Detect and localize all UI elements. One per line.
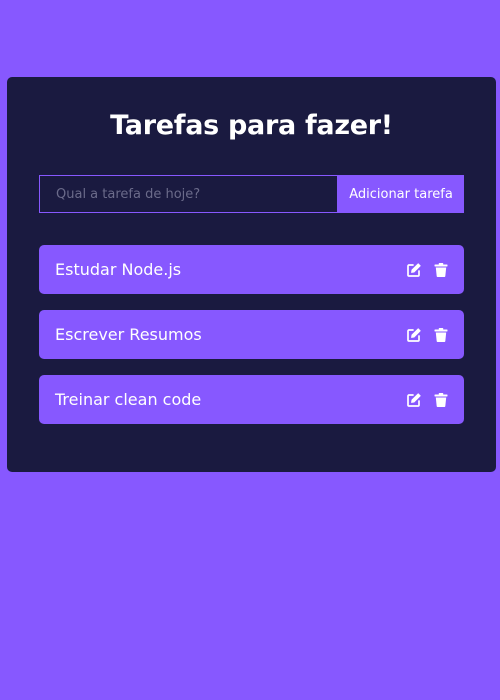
todo-actions <box>406 392 449 408</box>
edit-icon[interactable] <box>406 392 422 408</box>
todo-item[interactable]: Treinar clean code <box>39 375 464 424</box>
todo-item[interactable]: Escrever Resumos <box>39 310 464 359</box>
todo-list: Estudar Node.js Escrever Resumos Treinar… <box>39 245 464 440</box>
todo-form: Adicionar tarefa <box>39 175 464 213</box>
task-input[interactable] <box>39 175 338 213</box>
trash-icon[interactable] <box>433 262 449 278</box>
todo-label: Escrever Resumos <box>55 325 202 344</box>
todo-actions <box>406 327 449 343</box>
todo-label: Estudar Node.js <box>55 260 182 279</box>
trash-icon[interactable] <box>433 392 449 408</box>
trash-icon[interactable] <box>433 327 449 343</box>
todo-label: Treinar clean code <box>55 390 202 409</box>
todo-item[interactable]: Estudar Node.js <box>39 245 464 294</box>
edit-icon[interactable] <box>406 327 422 343</box>
page-title: Tarefas para fazer! <box>110 110 393 141</box>
todo-actions <box>406 262 449 278</box>
edit-icon[interactable] <box>406 262 422 278</box>
todo-wrapper: Tarefas para fazer! Adicionar tarefa Est… <box>7 77 496 472</box>
add-task-button[interactable]: Adicionar tarefa <box>338 175 464 213</box>
